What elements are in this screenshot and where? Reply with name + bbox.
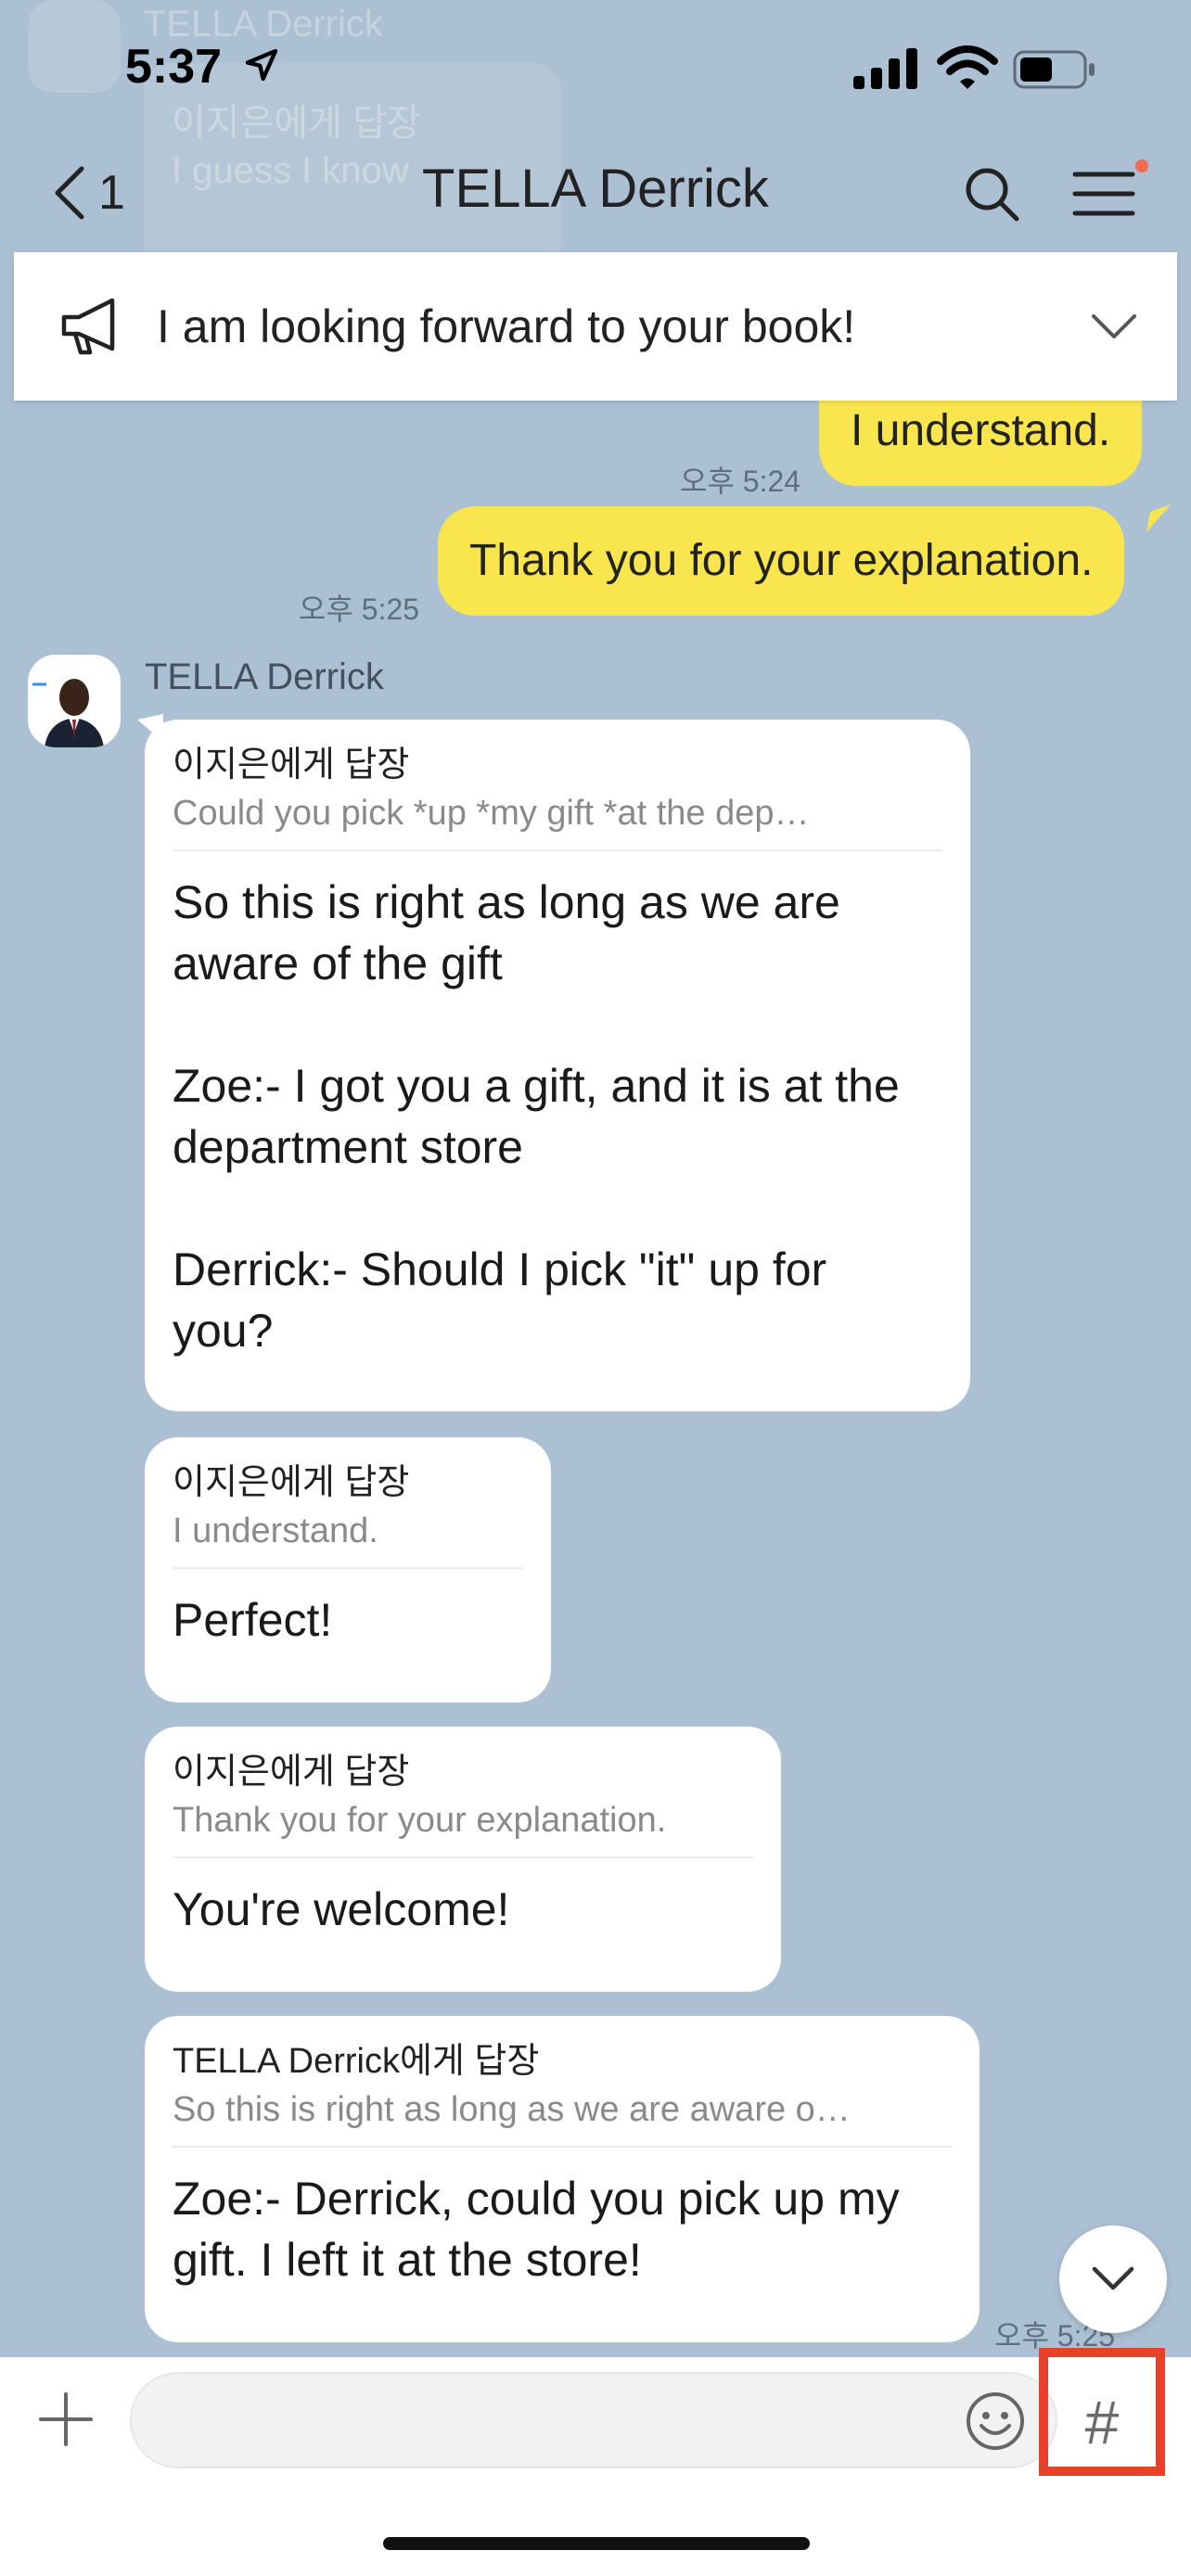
reply-quote[interactable]: Thank you for your explanation. xyxy=(173,1793,753,1847)
message-text: So this is right as long as we are aware… xyxy=(173,876,900,1357)
emoji-icon[interactable] xyxy=(965,2391,1026,2452)
unread-count: 1 xyxy=(98,166,125,220)
cellular-signal-icon xyxy=(853,48,917,89)
profile-photo xyxy=(28,655,121,747)
plus-icon[interactable] xyxy=(37,2391,95,2448)
back-button[interactable]: 1 xyxy=(54,163,239,223)
search-icon[interactable] xyxy=(963,165,1020,223)
reply-to-label: 이지은에게 답장 xyxy=(173,746,410,784)
home-indicator xyxy=(383,2537,810,2550)
reply-quote[interactable]: I understand. xyxy=(173,1504,523,1558)
message-bubble[interactable]: TELLA Derrick에게 답장 So this is right as l… xyxy=(145,2016,980,2342)
message-text: Zoe:- Derrick, could you pick up my gift… xyxy=(173,2173,900,2286)
ghost-avatar xyxy=(28,0,121,93)
reply-to-label: 이지은에게 답장 xyxy=(173,1463,410,1502)
message-time: 오후 5:24 xyxy=(680,465,801,498)
reply-quote[interactable]: Could you pick *up *my gift *at the dep… xyxy=(173,786,942,840)
sender-name: TELLA Derrick xyxy=(145,657,384,697)
my-message-bubble[interactable]: Thank you for your explanation. xyxy=(438,506,1125,616)
message-input[interactable] xyxy=(130,2372,1057,2468)
notice-text: I am looking forward to your book! xyxy=(157,300,856,352)
reply-quote[interactable]: So this is right as long as we are aware… xyxy=(173,2083,952,2136)
message-time: 오후 5:25 xyxy=(299,593,420,626)
message-bubble[interactable]: 이지은에게 답장 Could you pick *up *my gift *at… xyxy=(145,720,970,1411)
avatar[interactable] xyxy=(28,655,121,747)
divider xyxy=(173,1856,753,1858)
menu-icon[interactable] xyxy=(1071,165,1136,223)
message-text: You're welcome! xyxy=(173,1883,510,1935)
chevron-down-icon xyxy=(1092,2266,1134,2290)
chevron-down-icon[interactable] xyxy=(1090,311,1138,342)
chevron-left-icon xyxy=(55,166,84,220)
message-bubble[interactable]: 이지은에게 답장 I understand. Perfect! xyxy=(145,1437,551,1702)
notice-banner[interactable]: I am looking forward to your book! xyxy=(14,252,1177,401)
status-time: 5:37 xyxy=(125,40,223,94)
reply-to-label: 이지은에게 답장 xyxy=(173,1753,410,1792)
message-bubble[interactable]: 이지은에게 답장 Thank you for your explanation.… xyxy=(145,1727,781,1992)
wifi-icon xyxy=(937,45,998,89)
megaphone-icon xyxy=(61,298,115,355)
ghost-reply-label: 이지은에게 답장 xyxy=(172,103,421,144)
scroll-to-bottom-button[interactable] xyxy=(1059,2225,1167,2333)
battery-icon xyxy=(1013,50,1095,89)
message-text: Perfect! xyxy=(173,1594,333,1646)
highlight-box xyxy=(1039,2348,1165,2476)
bubble-tail xyxy=(1146,504,1171,532)
divider xyxy=(173,849,942,851)
divider xyxy=(173,1567,523,1569)
menu-notification-badge xyxy=(1135,159,1148,172)
location-arrow-icon xyxy=(245,48,278,82)
divider xyxy=(173,2146,952,2148)
reply-to-label: TELLA Derrick에게 답장 xyxy=(173,2042,540,2081)
